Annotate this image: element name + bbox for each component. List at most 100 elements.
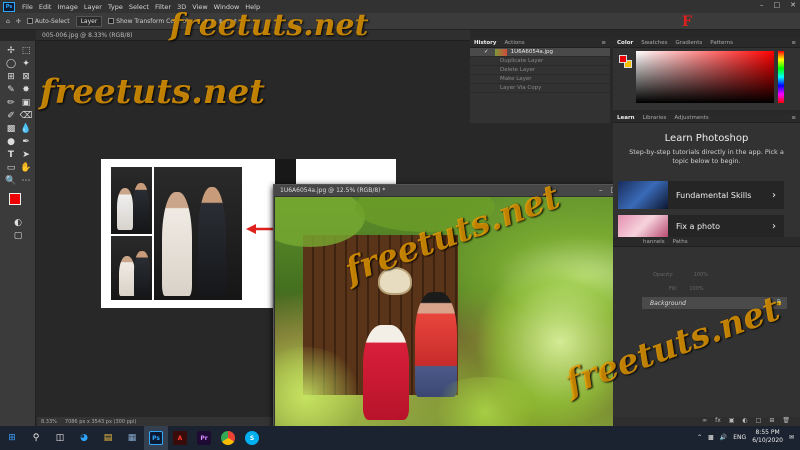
- card-fix-a-photo[interactable]: Fix a photo ›: [618, 215, 784, 237]
- dodge-tool-icon[interactable]: ●: [4, 136, 18, 148]
- quick-mask-icon[interactable]: ◐: [11, 217, 25, 229]
- history-brush-icon[interactable]: ✐: [4, 110, 18, 122]
- menu-select[interactable]: Select: [126, 3, 152, 11]
- floating-window-titlebar[interactable]: 1U6A6054a.jpg @ 12.5% (RGB/8) * – □ ✕: [274, 185, 636, 196]
- trash-icon[interactable]: 🗑: [782, 417, 790, 426]
- quick-select-icon[interactable]: ✦: [19, 58, 33, 70]
- watermark-text: freetuts.net: [40, 72, 265, 112]
- fill-value[interactable]: 100%: [689, 286, 703, 292]
- menu-layer[interactable]: Layer: [81, 3, 105, 11]
- acrobat-taskbar-icon[interactable]: A: [168, 426, 192, 450]
- search-icon[interactable]: ⚲: [24, 426, 48, 450]
- blur-tool-icon[interactable]: 💧: [19, 123, 33, 135]
- volume-icon[interactable]: 🔊: [720, 434, 727, 441]
- card-fundamental-skills[interactable]: Fundamental Skills ›: [618, 181, 784, 209]
- card-thumbnail: [618, 181, 668, 209]
- opacity-value[interactable]: 100%: [694, 272, 708, 278]
- file-explorer-icon[interactable]: ▤: [96, 426, 120, 450]
- move-tool-icon[interactable]: ✢: [16, 18, 21, 25]
- menu-file[interactable]: File: [19, 3, 36, 11]
- history-snapshot[interactable]: ✓ 1U6A6054a.jpg: [470, 48, 610, 57]
- zoom-tool-icon[interactable]: 🔍: [4, 175, 18, 187]
- window-minimize-icon[interactable]: –: [599, 186, 603, 194]
- tab-libraries[interactable]: Libraries: [643, 115, 667, 121]
- menu-image[interactable]: Image: [54, 3, 80, 11]
- tab-learn[interactable]: Learn: [617, 115, 635, 121]
- adjustment-layer-icon[interactable]: ◐: [742, 417, 747, 426]
- panel-menu-icon[interactable]: ≡: [601, 40, 606, 46]
- card-thumbnail: [618, 215, 668, 237]
- tab-patterns[interactable]: Patterns: [710, 40, 733, 46]
- foreground-color-swatch[interactable]: [619, 55, 627, 63]
- panel-menu-icon[interactable]: ≡: [791, 40, 796, 46]
- collage-photo-1: [111, 167, 152, 234]
- edge-icon[interactable]: ◕: [72, 426, 96, 450]
- eraser-icon[interactable]: ⌫: [19, 110, 33, 122]
- more-tools-icon[interactable]: ⋯: [19, 175, 33, 187]
- hue-slider[interactable]: [778, 51, 784, 103]
- foreground-color-swatch[interactable]: [9, 193, 21, 205]
- pen-tool-icon[interactable]: ✒: [19, 136, 33, 148]
- history-row[interactable]: Delete Layer: [470, 66, 610, 75]
- screen-mode-icon[interactable]: ▢: [11, 230, 25, 242]
- tab-channels[interactable]: hannels: [643, 239, 665, 245]
- marquee-tool-icon[interactable]: ⬚: [19, 45, 33, 57]
- auto-select-checkbox[interactable]: Auto-Select: [26, 17, 70, 25]
- tray-arrow-icon[interactable]: ⌃: [697, 434, 702, 441]
- store-icon[interactable]: ▦: [120, 426, 144, 450]
- brush-tool-icon[interactable]: ✏: [4, 97, 18, 109]
- history-row[interactable]: Layer Via Copy: [470, 84, 610, 93]
- home-icon[interactable]: ⌂: [6, 18, 10, 25]
- close-icon[interactable]: ✕: [790, 1, 796, 9]
- menu-type[interactable]: Type: [105, 3, 126, 11]
- task-view-icon[interactable]: ◫: [48, 426, 72, 450]
- path-select-icon[interactable]: ➤: [19, 149, 33, 161]
- notifications-icon[interactable]: ✉: [789, 434, 794, 441]
- language-indicator[interactable]: ENG: [733, 434, 746, 441]
- hand-tool-icon[interactable]: ✋: [19, 162, 33, 174]
- tab-actions[interactable]: Actions: [504, 40, 524, 46]
- menu-bar: Ps File Edit Image Layer Type Select Fil…: [0, 0, 800, 13]
- skype-taskbar-icon[interactable]: S: [240, 426, 264, 450]
- photoshop-taskbar-icon[interactable]: Ps: [144, 426, 168, 450]
- zoom-level[interactable]: 8.33%: [41, 419, 57, 425]
- layer-dropdown[interactable]: Layer: [75, 15, 103, 27]
- tab-history[interactable]: History: [474, 40, 496, 46]
- menu-edit[interactable]: Edit: [36, 3, 55, 11]
- minimize-icon[interactable]: –: [760, 1, 764, 9]
- crop-tool-icon[interactable]: ⊞: [4, 71, 18, 83]
- new-layer-icon[interactable]: ⊞: [769, 417, 774, 426]
- eyedropper-icon[interactable]: ✎: [4, 84, 18, 96]
- healing-brush-icon[interactable]: ✸: [19, 84, 33, 96]
- tab-paths[interactable]: Paths: [673, 239, 688, 245]
- lasso-tool-icon[interactable]: ◯: [4, 58, 18, 70]
- windows-start-icon[interactable]: ⊞: [0, 426, 24, 450]
- link-layers-icon[interactable]: ∞: [702, 417, 707, 426]
- rectangle-tool-icon[interactable]: ▭: [4, 162, 18, 174]
- history-row[interactable]: Make Layer: [470, 75, 610, 84]
- collage-photo-main: [154, 167, 242, 300]
- gradient-tool-icon[interactable]: ▩: [4, 123, 18, 135]
- network-icon[interactable]: ▩: [708, 434, 714, 441]
- stamp-tool-icon[interactable]: ▣: [19, 97, 33, 109]
- frame-tool-icon[interactable]: ⊠: [19, 71, 33, 83]
- chrome-taskbar-icon[interactable]: [216, 426, 240, 450]
- history-row[interactable]: Duplicate Layer: [470, 57, 610, 66]
- panel-menu-icon[interactable]: ≡: [791, 115, 796, 121]
- type-tool-icon[interactable]: T: [4, 149, 18, 161]
- tab-swatches[interactable]: Swatches: [641, 40, 667, 46]
- auto-select-label: Auto-Select: [34, 17, 70, 25]
- clock-date: 6/10/2020: [752, 437, 783, 444]
- group-icon[interactable]: □: [756, 417, 762, 426]
- tab-adjustments[interactable]: Adjustments: [674, 115, 708, 121]
- fill-label: Fill:: [669, 286, 678, 292]
- fx-icon[interactable]: fx: [715, 417, 721, 426]
- color-picker-field[interactable]: [636, 51, 774, 103]
- clock[interactable]: 8:55 PM 6/10/2020: [752, 429, 783, 445]
- tab-gradients[interactable]: Gradients: [675, 40, 702, 46]
- tab-color[interactable]: Color: [617, 40, 633, 46]
- maximize-icon[interactable]: □: [774, 1, 781, 9]
- move-tool-icon[interactable]: ✢: [4, 45, 18, 57]
- premiere-taskbar-icon[interactable]: Pr: [192, 426, 216, 450]
- mask-icon[interactable]: ▣: [729, 417, 735, 426]
